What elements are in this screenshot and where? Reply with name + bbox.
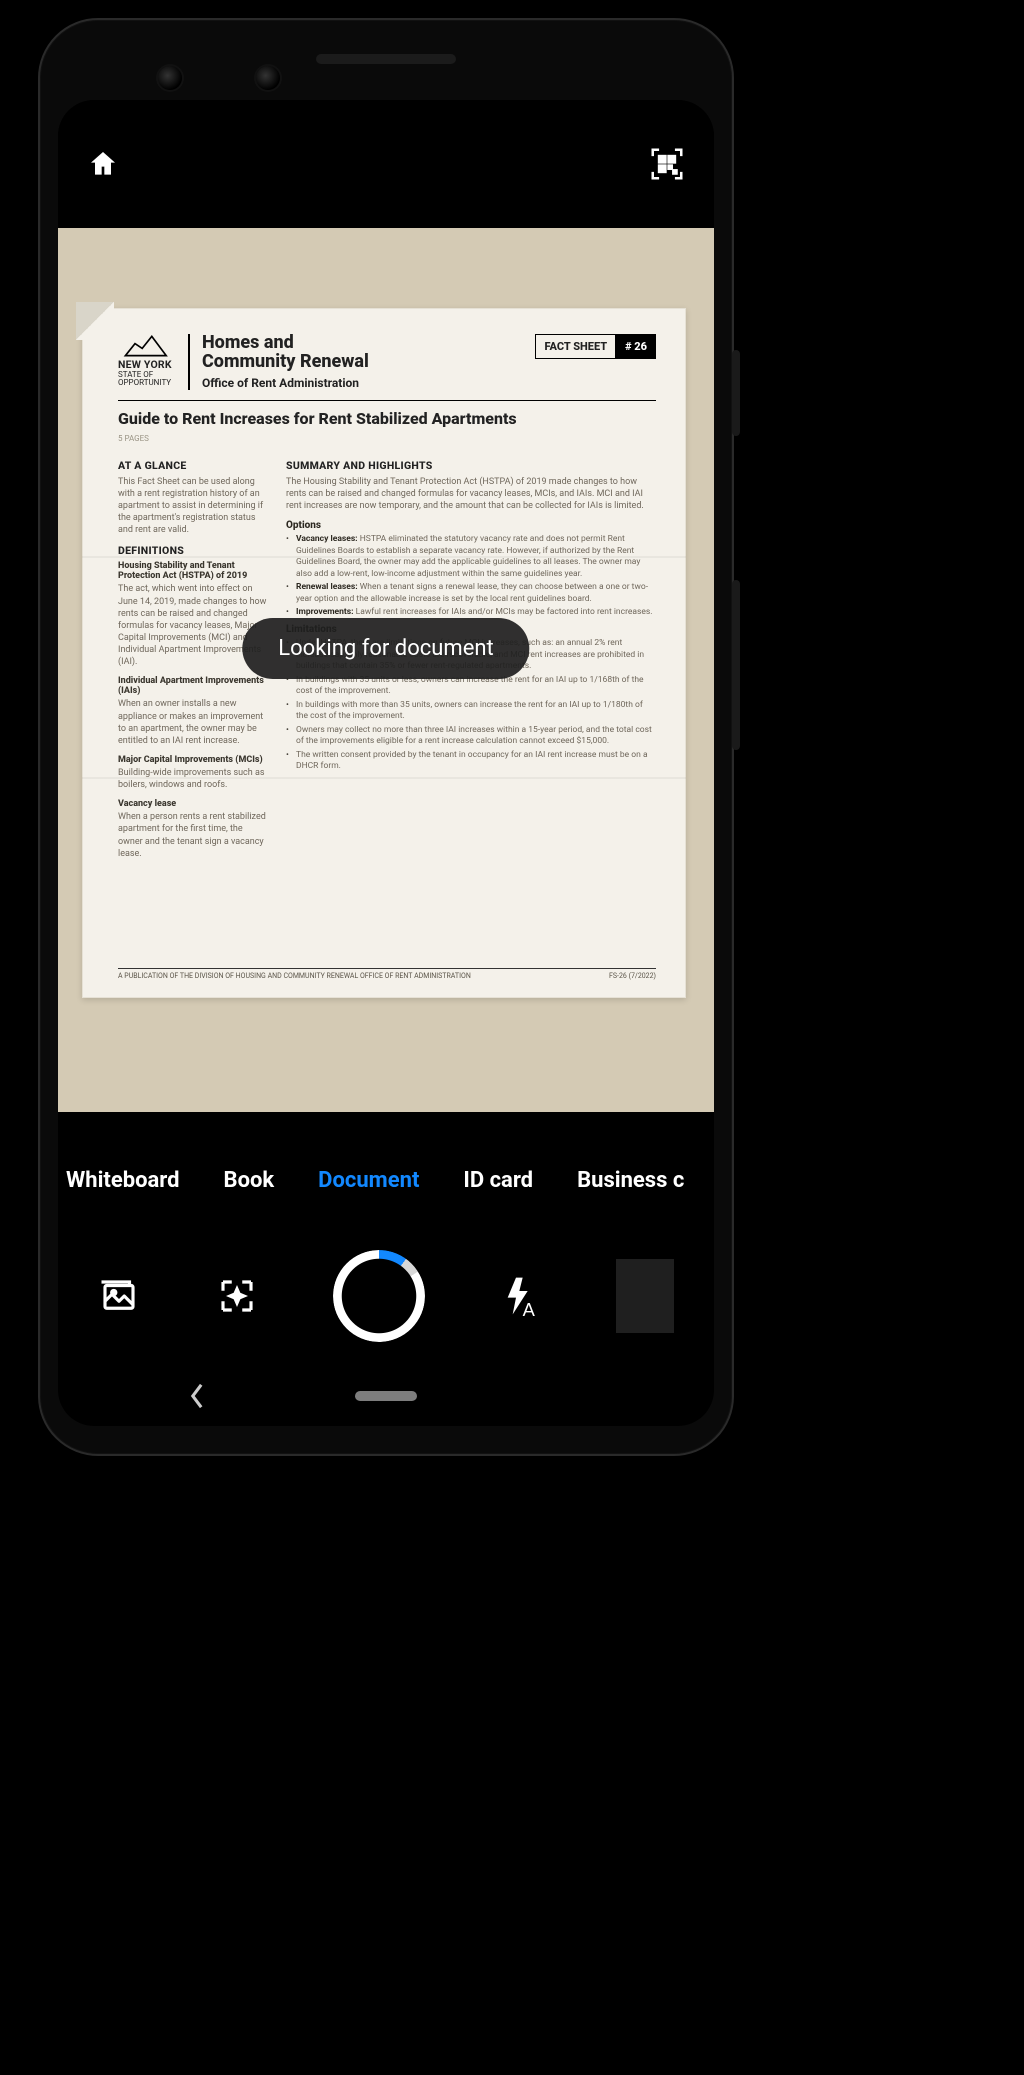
mode-whiteboard[interactable]: Whiteboard <box>66 1168 180 1193</box>
agency-state-sub: STATE OF OPPORTUNITY <box>118 370 171 387</box>
limitations-item: In buildings with more than 35 units, ow… <box>286 700 656 723</box>
phone-frame: NEW YORKSTATE OF OPPORTUNITY Homes andCo… <box>38 18 734 1456</box>
gallery-icon[interactable] <box>98 1275 140 1317</box>
system-nav-bar <box>58 1366 714 1426</box>
scan-mode-selector[interactable]: Whiteboard Book Document ID card Busines… <box>58 1150 714 1210</box>
screen: NEW YORKSTATE OF OPPORTUNITY Homes andCo… <box>58 100 714 1426</box>
options-item: Vacancy leases: Vacancy leases: HSTPA el… <box>286 534 656 580</box>
front-camera-left <box>158 66 182 90</box>
home-icon[interactable] <box>86 148 120 180</box>
def-hstpa-h: Housing Stability and Tenant Protection … <box>118 561 268 581</box>
summary-text: The Housing Stability and Tenant Protect… <box>286 476 656 512</box>
def-iai-p: When an owner installs a new appliance o… <box>118 698 268 747</box>
mode-business-card[interactable]: Business c <box>577 1168 684 1193</box>
publication-code: FS-26 (7/2022) <box>609 972 656 980</box>
agency-office: Office of Rent Administration <box>202 376 369 390</box>
agency-name-1: Homes and <box>202 332 294 353</box>
mode-document[interactable]: Document <box>318 1168 419 1193</box>
agency-name-2: Community Renewal <box>202 351 369 372</box>
limitations-item: Owners may collect no more than three IA… <box>286 725 656 748</box>
home-gesture-pill[interactable] <box>355 1391 417 1401</box>
mode-book[interactable]: Book <box>224 1168 275 1193</box>
svg-text:A: A <box>522 1299 535 1318</box>
camera-controls: A <box>58 1236 714 1356</box>
flash-auto-icon[interactable]: A <box>501 1274 541 1318</box>
fact-sheet-badge: FACT SHEET# 26 <box>535 334 656 359</box>
shutter-button[interactable] <box>333 1250 425 1342</box>
options-list: Vacancy leases: Vacancy leases: HSTPA el… <box>286 534 656 618</box>
badge-label: FACT SHEET <box>535 334 616 359</box>
page-count: 5 PAGES <box>118 434 656 443</box>
front-camera-right <box>256 66 280 90</box>
def-iai-h: Individual Apartment Improvements (IAIs) <box>118 676 268 696</box>
ny-state-logo: NEW YORKSTATE OF OPPORTUNITY <box>118 334 176 378</box>
power-button <box>732 580 740 750</box>
earpiece <box>316 54 456 64</box>
section-summary: SUMMARY AND HIGHLIGHTS <box>286 459 656 472</box>
status-toast: Looking for document <box>242 618 529 679</box>
back-icon[interactable] <box>188 1382 206 1410</box>
options-item: Improvements: Lawful rent increases for … <box>286 607 656 618</box>
def-mci-h: Major Capital Improvements (MCIs) <box>118 755 268 765</box>
def-vacancy-h: Vacancy lease <box>118 799 268 809</box>
at-a-glance-text: This Fact Sheet can be used along with a… <box>118 476 268 537</box>
app-bar <box>58 100 714 228</box>
shutter-ring <box>333 1250 425 1342</box>
qr-scan-icon[interactable] <box>648 145 686 183</box>
publication-footer: A PUBLICATION OF THE DIVISION OF HOUSING… <box>118 972 471 980</box>
badge-number: # 26 <box>616 334 656 359</box>
auto-enhance-icon[interactable] <box>216 1275 258 1317</box>
last-capture-thumbnail[interactable] <box>616 1259 674 1333</box>
options-item: Renewal leases: When a tenant signs a re… <box>286 582 656 605</box>
document-title: Guide to Rent Increases for Rent Stabili… <box>118 409 656 428</box>
volume-button <box>732 350 740 436</box>
section-at-a-glance: AT A GLANCE <box>118 459 268 472</box>
def-vacancy-p: When a person rents a rent stabilized ap… <box>118 811 268 860</box>
mode-id-card[interactable]: ID card <box>463 1168 533 1193</box>
subhead-options: Options <box>286 520 656 531</box>
limitations-item: The written consent provided by the tena… <box>286 750 656 773</box>
